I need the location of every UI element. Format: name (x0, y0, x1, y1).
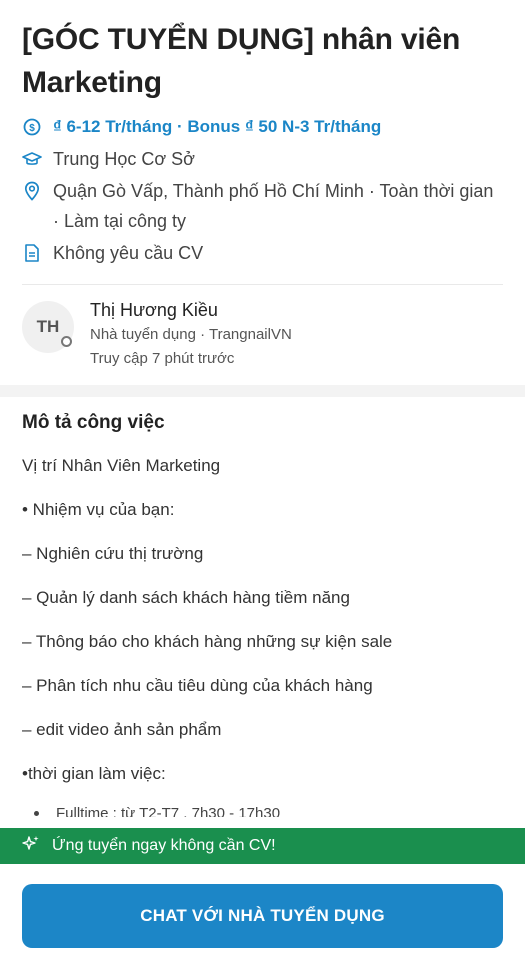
description-line: – Nghiên cứu thị trường (22, 544, 204, 563)
education-text: Trung Học Cơ Sở (53, 149, 195, 169)
apply-banner-label: Ứng tuyển ngay không cần CV! (52, 837, 276, 854)
document-icon (22, 238, 42, 268)
graduation-cap-icon (22, 144, 42, 174)
bullet-icon (34, 811, 39, 816)
salary-row: $ ₫ 6-12 Tr/tháng · Bonus ₫ 50 N-3 Tr/th… (22, 112, 503, 142)
cv-requirement-text: Không yêu cầu CV (53, 243, 204, 263)
description-line: – Thông báo cho khách hàng những sự kiện… (22, 632, 393, 651)
description-line: Vị trí Nhân Viên Marketing (22, 456, 221, 475)
online-status-icon (61, 336, 72, 347)
sparkle-icon (22, 835, 40, 858)
section-divider (0, 385, 525, 397)
location-text: Quận Gò Vấp, Thành phố Hồ Chí Minh · Toà… (53, 181, 494, 231)
description-line: – edit video ảnh sản phẩm (22, 720, 222, 739)
recruiter-last-access: Truy cập 7 phút trước (90, 350, 235, 367)
job-header: [GÓC TUYỂN DỤNG] nhân viên Marketing $ ₫… (0, 0, 525, 268)
description-line: – Quản lý danh sách khách hàng tiềm năng (22, 588, 350, 607)
avatar-initials: TH (36, 317, 60, 336)
education-row: Trung Học Cơ Sở (22, 144, 503, 174)
cv-row: Không yêu cầu CV (22, 238, 503, 268)
recruiter-role: Nhà tuyển dụng · TrangnailVN (90, 326, 292, 343)
clipped-text: Fulltime : từ T2-T7 , 7h30 - 17h30 (56, 805, 281, 817)
chat-with-recruiter-button[interactable]: CHAT VỚI NHÀ TUYỂN DỤNG (22, 884, 503, 948)
svg-text:$: $ (29, 123, 35, 134)
job-title: [GÓC TUYỂN DỤNG] nhân viên Marketing (22, 23, 461, 99)
money-icon: $ (22, 112, 42, 142)
description-line: – Phân tích nhu cầu tiêu dùng của khách … (22, 676, 373, 695)
location-pin-icon (22, 176, 42, 206)
description-line: •thời gian làm việc: (22, 764, 166, 783)
avatar[interactable]: TH (22, 301, 74, 353)
recruiter-card[interactable]: TH Thị Hương Kiều Nhà tuyển dụng · Trang… (0, 285, 525, 385)
recruiter-name: Thị Hương Kiều (90, 300, 218, 320)
apply-without-cv-banner[interactable]: Ứng tuyển ngay không cần CV! (0, 828, 525, 864)
description-line-clipped: Fulltime : từ T2-T7 , 7h30 - 17h30 (22, 803, 503, 817)
description-line: • Nhiệm vụ của bạn: (22, 500, 175, 519)
recruiter-info: Thị Hương Kiều Nhà tuyển dụng · Trangnai… (90, 297, 292, 371)
location-row: Quận Gò Vấp, Thành phố Hồ Chí Minh · Toà… (22, 176, 503, 236)
job-description: Mô tả công việc Vị trí Nhân Viên Marketi… (0, 397, 525, 817)
description-title: Mô tả công việc (22, 412, 165, 433)
bottom-action-bar: CHAT VỚI NHÀ TUYỂN DỤNG (0, 864, 525, 960)
salary-text: ₫ 6-12 Tr/tháng · Bonus ₫ 50 N-3 Tr/thán… (53, 117, 382, 136)
